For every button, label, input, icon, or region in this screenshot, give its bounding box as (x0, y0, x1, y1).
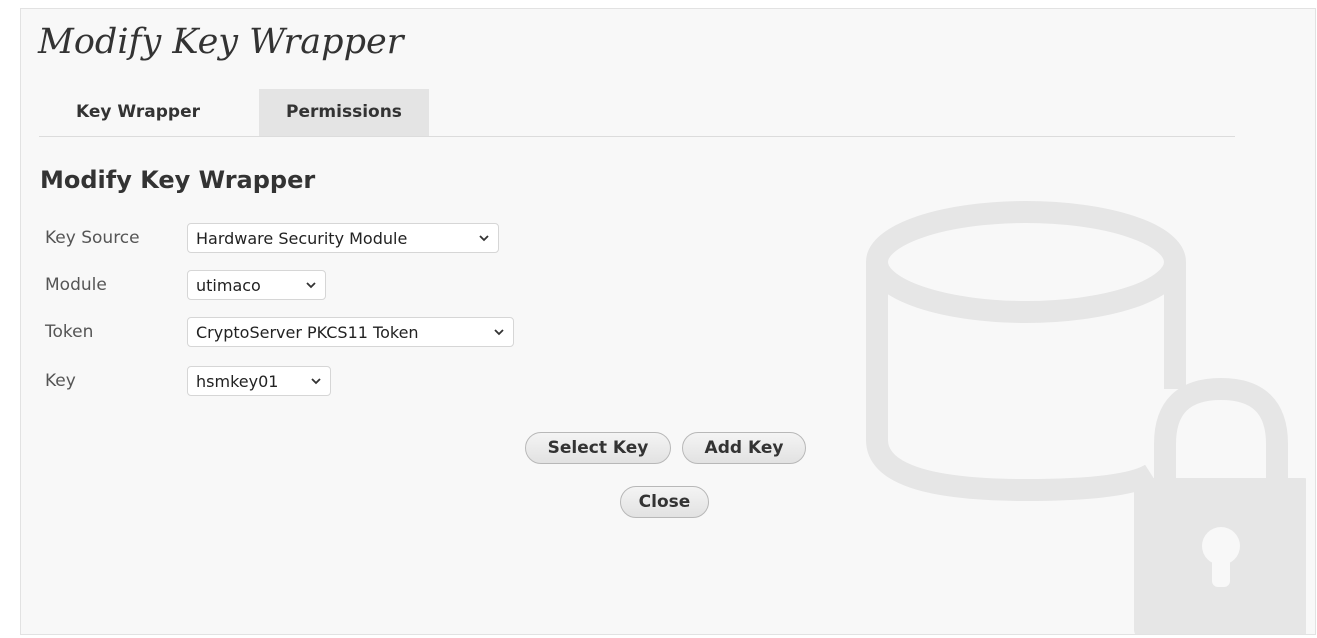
token-label: Token (45, 322, 94, 342)
token-select[interactable]: CryptoServer PKCS11 Token (187, 317, 514, 347)
key-label: Key (45, 371, 76, 391)
chevron-down-icon (479, 235, 489, 242)
chevron-down-icon (494, 329, 504, 336)
tab-bar: Key Wrapper Permissions (39, 89, 1235, 137)
page-title: Modify Key Wrapper (38, 22, 404, 62)
database-lock-icon (866, 201, 1306, 634)
tab-permissions[interactable]: Permissions (259, 89, 429, 136)
key-value: hsmkey01 (196, 371, 279, 391)
key-select[interactable]: hsmkey01 (187, 366, 331, 396)
key-source-value: Hardware Security Module (196, 228, 408, 248)
section-title: Modify Key Wrapper (40, 166, 316, 194)
module-label: Module (45, 275, 107, 295)
select-key-button[interactable]: Select Key (525, 432, 671, 464)
token-value: CryptoServer PKCS11 Token (196, 322, 419, 342)
module-select[interactable]: utimaco (187, 270, 326, 300)
add-key-button[interactable]: Add Key (682, 432, 806, 464)
tab-key-wrapper[interactable]: Key Wrapper (39, 89, 237, 136)
key-source-label: Key Source (45, 228, 140, 248)
close-button[interactable]: Close (620, 486, 709, 518)
modify-key-wrapper-panel: Modify Key Wrapper Key Wrapper Permissio… (20, 8, 1316, 635)
chevron-down-icon (306, 282, 316, 289)
key-source-select[interactable]: Hardware Security Module (187, 223, 499, 253)
module-value: utimaco (196, 275, 261, 295)
chevron-down-icon (311, 378, 321, 385)
